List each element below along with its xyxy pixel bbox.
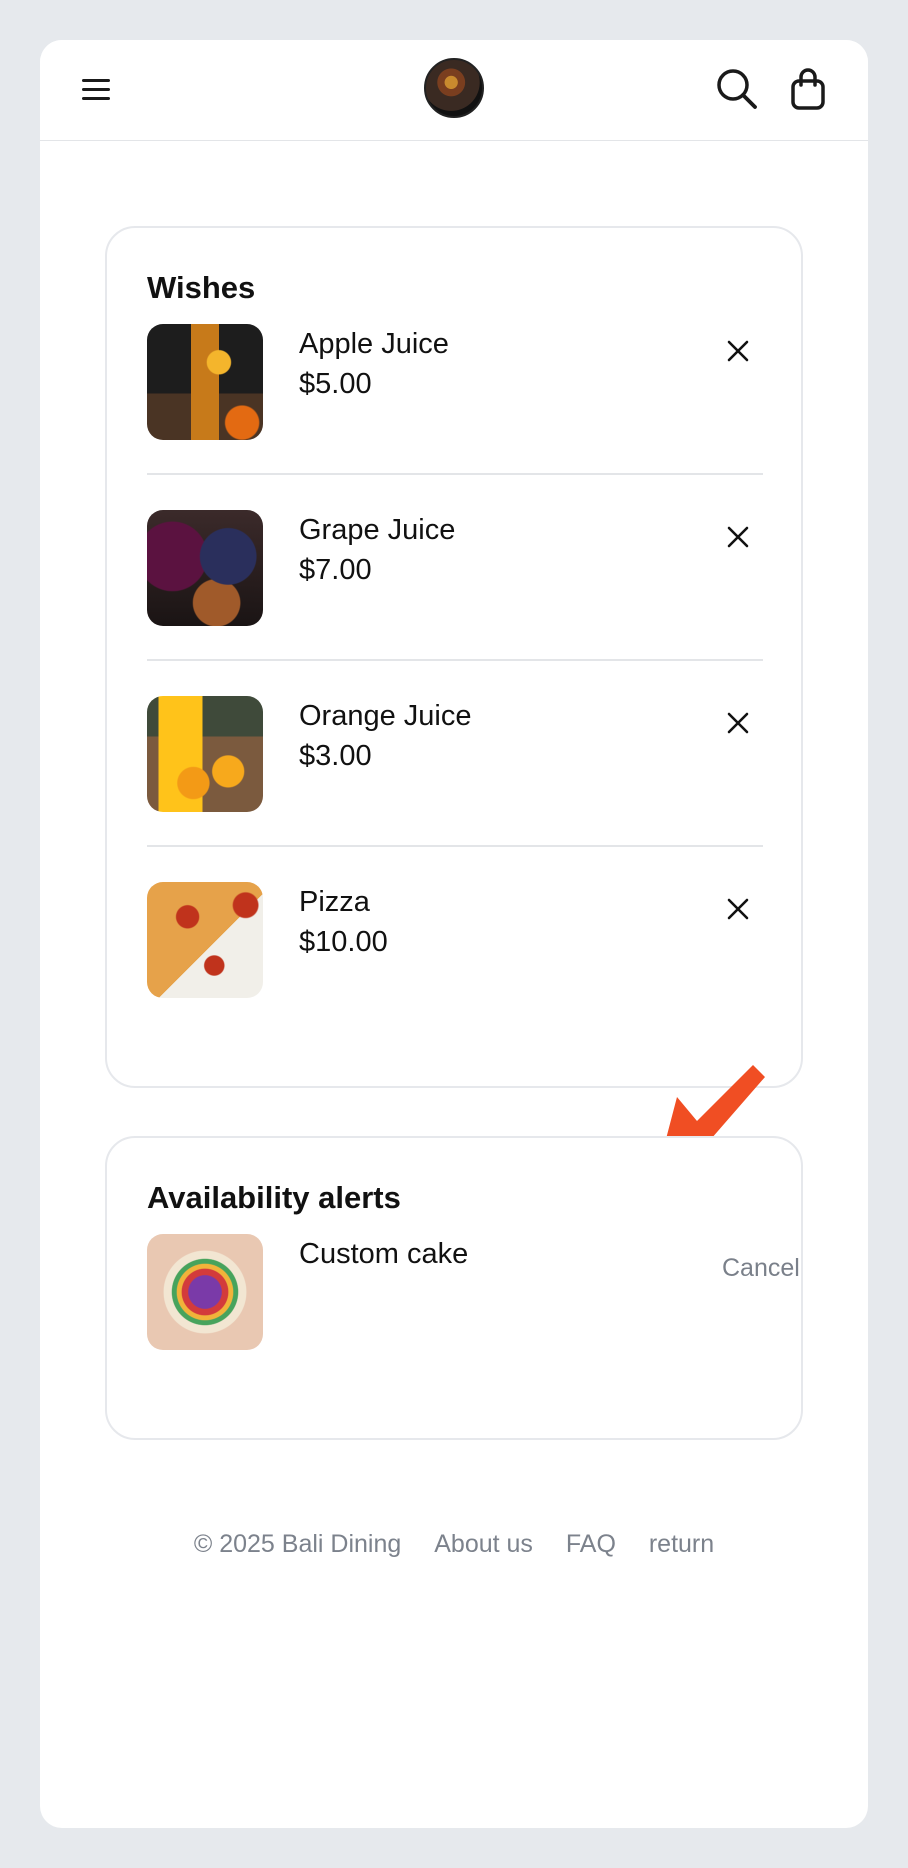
footer-link-faq[interactable]: FAQ [566, 1530, 616, 1558]
app-frame: Wishes Apple Juice $5.00 Grape Juice $7.… [40, 40, 868, 1828]
close-icon[interactable] [725, 338, 751, 364]
wish-item[interactable]: Orange Juice $3.00 [147, 696, 763, 882]
item-price: $10.00 [299, 926, 388, 958]
item-name: Grape Juice [299, 514, 456, 546]
menu-button[interactable] [82, 74, 116, 104]
item-name: Orange Juice [299, 700, 472, 732]
close-icon[interactable] [725, 524, 751, 550]
divider [147, 659, 763, 661]
top-nav [40, 40, 868, 141]
apple-juice-image [147, 324, 263, 440]
cart-button[interactable] [786, 66, 830, 112]
item-name: Apple Juice [299, 328, 449, 360]
footer-link-about[interactable]: About us [434, 1530, 533, 1558]
hamburger-menu-icon [82, 79, 110, 82]
hamburger-line [82, 88, 110, 91]
search-button[interactable] [714, 66, 760, 112]
wish-item[interactable]: Grape Juice $7.00 [147, 510, 763, 696]
item-price: $3.00 [299, 740, 372, 772]
close-icon[interactable] [725, 710, 751, 736]
cancel-alert-button[interactable]: Cancel [722, 1254, 800, 1283]
close-icon[interactable] [725, 896, 751, 922]
item-name: Custom cake [299, 1238, 469, 1270]
item-price: $5.00 [299, 368, 372, 400]
custom-cake-image [147, 1234, 263, 1350]
divider [147, 473, 763, 475]
wish-item[interactable]: Apple Juice $5.00 [147, 324, 763, 510]
grape-juice-image [147, 510, 263, 626]
pizza-image [147, 882, 263, 998]
alert-item: Custom cake [147, 1234, 763, 1420]
restaurant-logo[interactable] [424, 58, 484, 118]
search-icon [717, 69, 757, 109]
copyright-text: © 2025 Bali Dining [193, 1530, 402, 1558]
footer-link-return[interactable]: return [649, 1530, 714, 1558]
availability-alerts-card: Availability alerts Custom cake Cancel [105, 1136, 803, 1440]
wish-item[interactable]: Pizza $10.00 [147, 882, 763, 1068]
hamburger-line [82, 97, 110, 100]
item-name: Pizza [299, 886, 370, 918]
shopping-bag-icon [791, 68, 825, 110]
divider [147, 845, 763, 847]
orange-juice-image [147, 696, 263, 812]
alerts-title: Availability alerts [147, 1180, 401, 1215]
wishes-card: Wishes Apple Juice $5.00 Grape Juice $7.… [105, 226, 803, 1088]
wishes-title: Wishes [147, 270, 256, 305]
footer: © 2025 Bali Dining About us FAQ return [40, 1530, 868, 1559]
item-price: $7.00 [299, 554, 372, 586]
